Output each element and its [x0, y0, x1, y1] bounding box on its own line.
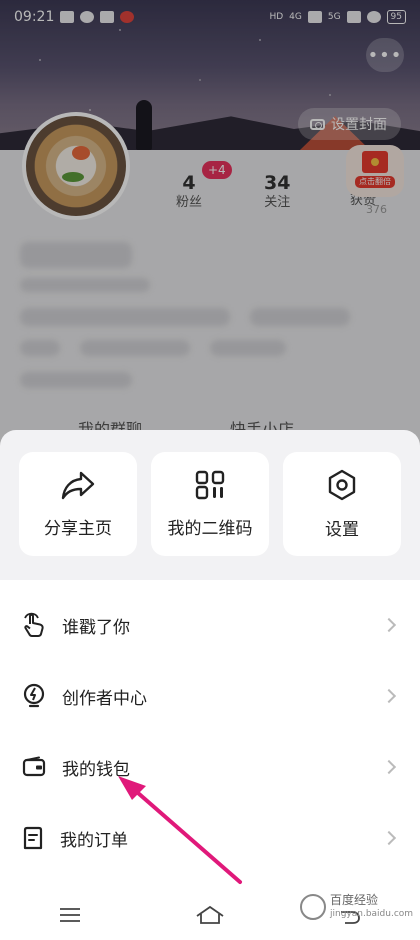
baidu-jingyan-watermark: 百度经验 jingyan.baidu.com — [300, 884, 418, 930]
chevron-right-icon — [381, 759, 397, 775]
wallet-icon — [22, 756, 46, 777]
menu-item-who-poked-you[interactable]: 谁戳了你 — [0, 590, 420, 660]
menu-item-my-orders[interactable]: 我的订单 — [0, 803, 420, 873]
chevron-right-icon — [381, 830, 397, 846]
nav-menu-button[interactable] — [50, 895, 90, 935]
paw-logo-icon — [300, 894, 326, 920]
watermark-text-block: 百度经验 jingyan.baidu.com — [330, 893, 413, 921]
menu-icon — [60, 908, 80, 922]
poke-hand-icon — [24, 612, 44, 637]
my-qrcode-button[interactable]: 我的二维码 — [151, 452, 269, 556]
settings-hexagon-icon — [328, 469, 356, 500]
chevron-right-icon — [381, 617, 397, 633]
menu-label-my-orders: 我的订单 — [60, 830, 128, 851]
menu-item-creator-center[interactable]: 创作者中心 — [0, 661, 420, 731]
home-icon — [196, 905, 224, 924]
share-profile-label: 分享主页 — [44, 518, 112, 539]
share-profile-button[interactable]: 分享主页 — [19, 452, 137, 556]
menu-label-creator-center: 创作者中心 — [62, 688, 147, 709]
bottom-sheet: 分享主页 我的二维码 设置 谁戳了你 创作者中心 我的钱包 我的订单 — [0, 430, 420, 940]
my-qrcode-label: 我的二维码 — [167, 518, 253, 539]
chevron-right-icon — [381, 688, 397, 704]
qrcode-icon — [195, 470, 225, 499]
settings-button[interactable]: 设置 — [283, 452, 401, 556]
lightbulb-icon — [23, 683, 45, 708]
order-icon — [23, 826, 43, 850]
menu-label-my-wallet: 我的钱包 — [62, 759, 130, 780]
menu-label-who-poked-you: 谁戳了你 — [62, 617, 130, 638]
share-icon — [61, 471, 95, 499]
nav-home-button[interactable] — [190, 895, 230, 935]
menu-item-my-wallet[interactable]: 我的钱包 — [0, 732, 420, 802]
watermark-title: 百度经验 — [330, 893, 379, 907]
quick-actions: 分享主页 我的二维码 设置 — [0, 430, 420, 580]
settings-label: 设置 — [325, 519, 359, 540]
watermark-url: jingyan.baidu.com — [330, 909, 414, 919]
